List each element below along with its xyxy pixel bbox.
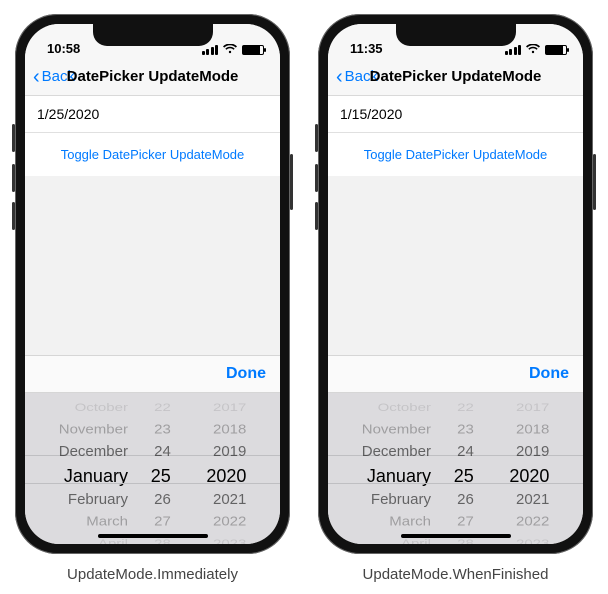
picker-row-selected[interactable]: 2020 [206, 463, 246, 489]
content-area: 1/15/2020 Toggle DatePicker UpdateMode [328, 96, 583, 176]
status-icons [505, 44, 568, 56]
picker-row[interactable]: 22 [154, 400, 171, 417]
picker-row[interactable]: 23 [154, 420, 171, 439]
date-entry-field[interactable]: 1/25/2020 [25, 96, 280, 133]
battery-icon [545, 45, 567, 55]
picker-row[interactable]: 2017 [213, 400, 246, 417]
back-button[interactable]: ‹ Back [336, 68, 378, 85]
picker-row[interactable]: 22 [457, 400, 474, 417]
date-picker[interactable]: October November December January Februa… [328, 393, 583, 544]
picker-row[interactable]: 27 [457, 512, 474, 531]
picker-day-column[interactable]: 22 23 24 25 26 27 28 [148, 393, 189, 544]
navigation-bar: ‹ Back DatePicker UpdateMode [328, 58, 583, 96]
picker-day-column[interactable]: 22 23 24 25 26 27 28 [451, 393, 492, 544]
status-time: 10:58 [47, 41, 80, 56]
picker-row[interactable]: 24 [154, 441, 171, 463]
wifi-icon [526, 44, 540, 55]
picker-row[interactable]: November [362, 420, 431, 439]
picker-row[interactable]: 2023 [516, 536, 549, 544]
home-indicator[interactable] [98, 534, 208, 538]
cellular-icon [505, 45, 522, 55]
navigation-bar: ‹ Back DatePicker UpdateMode [25, 58, 280, 96]
picker-month-column[interactable]: October November December January Februa… [53, 393, 148, 544]
picker-row[interactable]: 23 [457, 420, 474, 439]
picker-row[interactable]: 27 [154, 512, 171, 531]
picker-row[interactable]: March [86, 512, 128, 531]
status-time: 11:35 [350, 41, 383, 56]
chevron-left-icon: ‹ [336, 70, 343, 84]
picker-row-selected[interactable]: January [367, 463, 431, 489]
done-button[interactable]: Done [529, 365, 569, 383]
picker-row[interactable]: March [389, 512, 431, 531]
back-button[interactable]: ‹ Back [33, 68, 75, 85]
picker-row[interactable]: 2021 [213, 489, 246, 511]
battery-icon [242, 45, 264, 55]
back-label: Back [42, 68, 75, 85]
date-entry-field[interactable]: 1/15/2020 [328, 96, 583, 133]
caption-label: UpdateMode.Immediately [67, 566, 238, 583]
phone-frame: 11:35 ‹ Back DatePicker UpdateMode [318, 14, 593, 554]
picker-row[interactable]: 2018 [213, 420, 246, 439]
picker-row[interactable]: 2019 [213, 441, 246, 463]
date-picker[interactable]: October November December January Februa… [25, 393, 280, 544]
picker-row[interactable]: February [371, 489, 431, 511]
device-notch [93, 24, 213, 46]
picker-row[interactable]: October [75, 400, 128, 417]
picker-row[interactable]: 2023 [213, 536, 246, 544]
toggle-updatemode-button[interactable]: Toggle DatePicker UpdateMode [25, 133, 280, 176]
picker-row[interactable]: 26 [154, 489, 171, 511]
picker-year-column[interactable]: 2017 2018 2019 2020 2021 2022 2023 [189, 393, 253, 544]
picker-row[interactable]: 24 [457, 441, 474, 463]
toggle-updatemode-button[interactable]: Toggle DatePicker UpdateMode [328, 133, 583, 176]
input-accessory-bar: Done [25, 355, 280, 393]
picker-row[interactable]: 26 [457, 489, 474, 511]
picker-row[interactable]: 2019 [516, 441, 549, 463]
picker-row-selected[interactable]: 25 [454, 463, 474, 489]
home-indicator[interactable] [401, 534, 511, 538]
picker-row-selected[interactable]: January [64, 463, 128, 489]
picker-row-selected[interactable]: 25 [151, 463, 171, 489]
cellular-icon [202, 45, 219, 55]
picker-row[interactable]: 2022 [516, 512, 549, 531]
phone-frame: 10:58 ‹ Back DatePicker UpdateMode [15, 14, 290, 554]
picker-row[interactable]: 2018 [516, 420, 549, 439]
picker-row-selected[interactable]: 2020 [509, 463, 549, 489]
phone-screen: 10:58 ‹ Back DatePicker UpdateMode [25, 24, 280, 544]
picker-row[interactable]: February [68, 489, 128, 511]
picker-row[interactable]: 2022 [213, 512, 246, 531]
picker-row[interactable]: 2021 [516, 489, 549, 511]
device-notch [396, 24, 516, 46]
picker-row[interactable]: November [59, 420, 128, 439]
chevron-left-icon: ‹ [33, 70, 40, 84]
picker-year-column[interactable]: 2017 2018 2019 2020 2021 2022 2023 [492, 393, 556, 544]
caption-label: UpdateMode.WhenFinished [363, 566, 549, 583]
picker-row[interactable]: October [378, 400, 431, 417]
picker-row[interactable]: December [59, 441, 128, 463]
picker-row[interactable]: December [362, 441, 431, 463]
picker-month-column[interactable]: October November December January Februa… [356, 393, 451, 544]
done-button[interactable]: Done [226, 365, 266, 383]
input-accessory-bar: Done [328, 355, 583, 393]
content-area: 1/25/2020 Toggle DatePicker UpdateMode [25, 96, 280, 176]
picker-row[interactable]: 2017 [516, 400, 549, 417]
wifi-icon [223, 44, 237, 55]
back-label: Back [345, 68, 378, 85]
status-icons [202, 44, 265, 56]
phone-screen: 11:35 ‹ Back DatePicker UpdateMode [328, 24, 583, 544]
